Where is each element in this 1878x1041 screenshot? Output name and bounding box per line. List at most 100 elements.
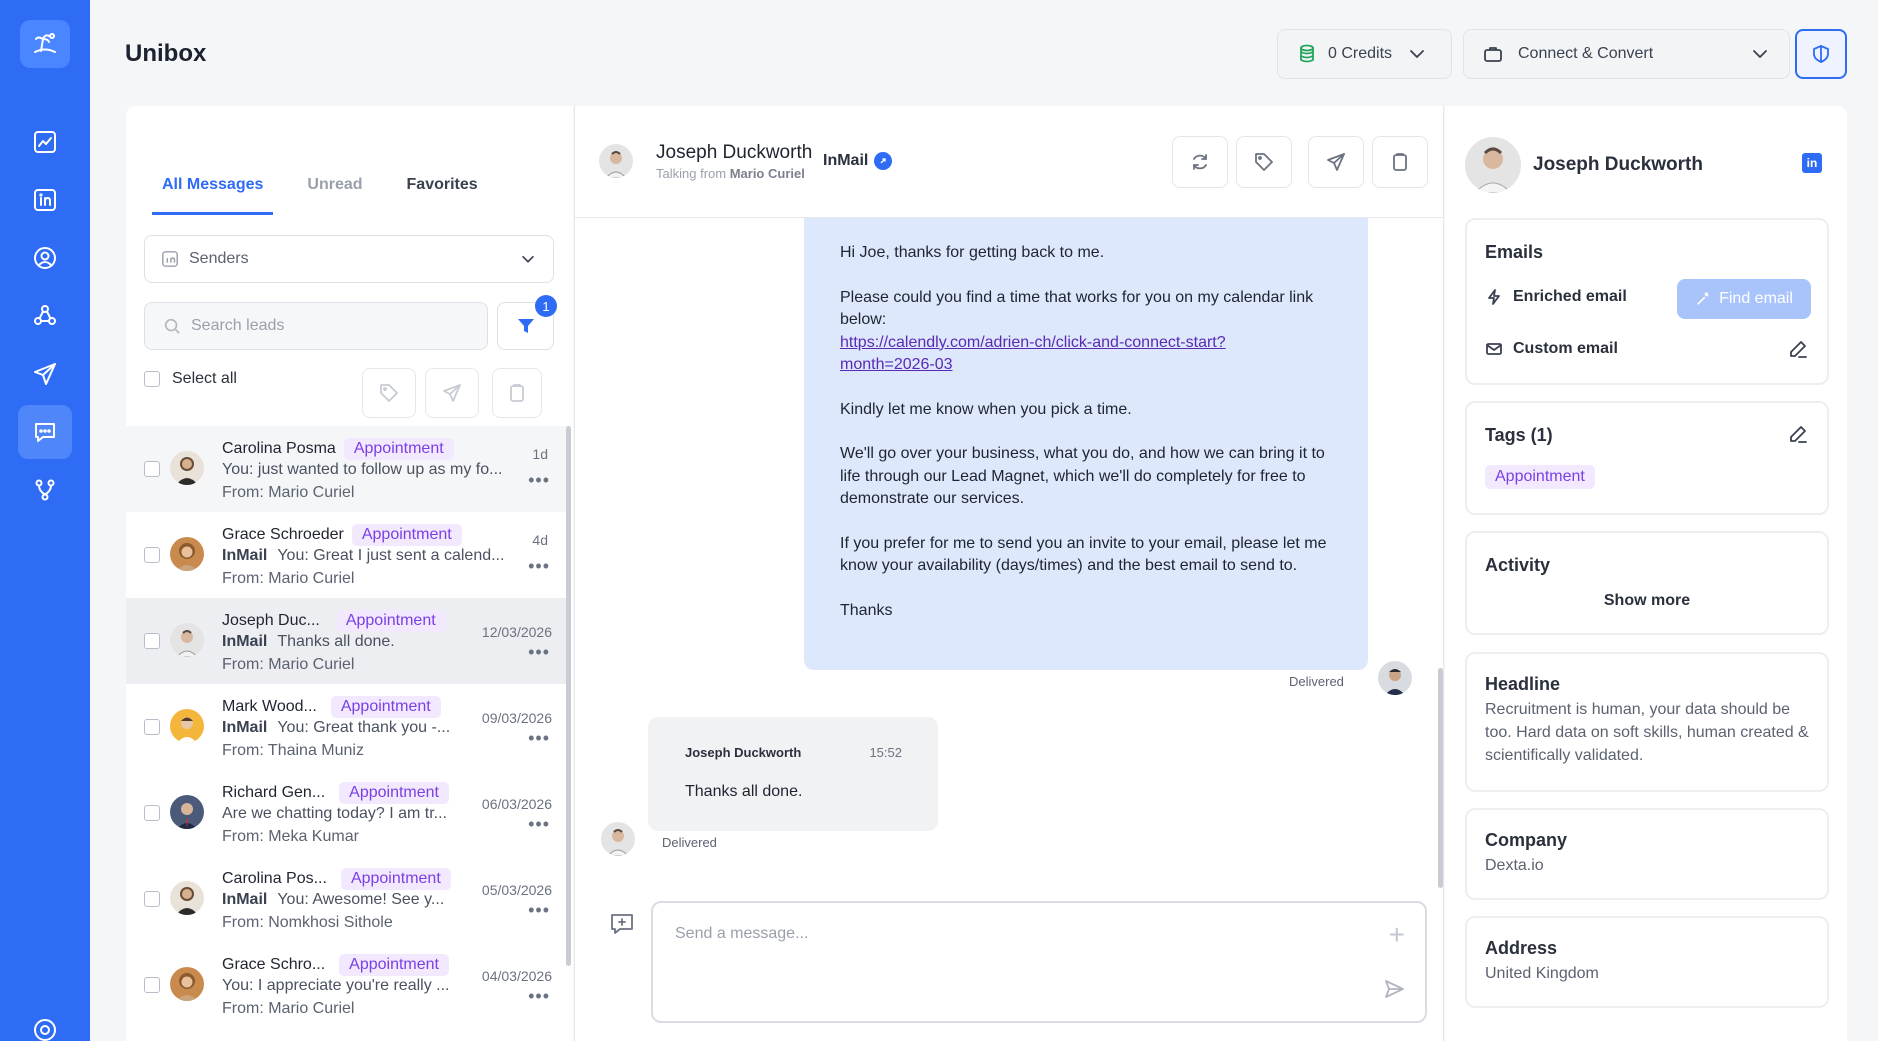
nav-profile[interactable] <box>18 231 72 285</box>
outgoing-message: Hi Joe, thanks for getting back to me. P… <box>804 218 1368 670</box>
chat-panel: Joseph Duckworth Talking from Mario Curi… <box>574 106 1444 1041</box>
connect-convert-dropdown[interactable]: Connect & Convert <box>1463 29 1790 79</box>
more-options-icon[interactable]: ••• <box>528 814 550 835</box>
talking-from-prefix: Talking from <box>656 166 727 181</box>
refresh-button[interactable] <box>1172 136 1228 188</box>
profile-panel: Joseph Duckworth in Emails Enriched emai… <box>1445 106 1847 1041</box>
profile-icon <box>34 247 56 269</box>
filter-button[interactable]: 1 <box>497 295 557 350</box>
nav-unibox[interactable] <box>18 405 72 459</box>
sender-from: From: Mario Curiel <box>222 656 355 673</box>
contact-name: Carolina Posma <box>222 440 336 457</box>
message-template-button[interactable] <box>609 911 635 942</box>
verified-icon <box>874 152 893 170</box>
message-preview: You: Great I just sent a calend... <box>277 547 505 564</box>
more-options-icon[interactable]: ••• <box>528 470 550 491</box>
nav-settings[interactable] <box>31 1016 59 1041</box>
chat-scrollbar[interactable] <box>1438 668 1443 888</box>
message-paragraph: Thanks <box>840 601 893 619</box>
tab-all-messages[interactable]: All Messages <box>152 176 274 215</box>
calendly-link[interactable]: https://calendly.com/adrien-ch/click-and… <box>840 334 1226 374</box>
security-button[interactable] <box>1795 29 1847 79</box>
conversation-row[interactable]: Richard Gen... Appointment Are we chattin… <box>126 770 566 856</box>
edit-tags-button[interactable] <box>1787 423 1809 450</box>
shield-icon <box>1813 45 1829 63</box>
more-options-icon[interactable]: ••• <box>528 900 550 921</box>
row-checkbox[interactable] <box>144 461 160 477</box>
plus-icon[interactable]: + <box>1389 919 1405 951</box>
tag-pill: Appointment <box>1485 465 1595 489</box>
tag-icon <box>380 384 398 402</box>
conversation-row[interactable]: Carolina Pos... Appointment InMail You: Aw… <box>126 856 566 942</box>
message-text: Thanks all done. <box>685 783 803 800</box>
nav-workflows[interactable] <box>18 463 72 517</box>
filter-icon <box>517 319 534 333</box>
more-options-icon[interactable]: ••• <box>528 556 550 577</box>
send-to-campaign-button[interactable] <box>1308 136 1364 188</box>
message-date: 4d <box>532 532 548 548</box>
custom-email-row: Custom email <box>1485 340 1618 358</box>
bulk-send-button[interactable] <box>425 368 479 418</box>
senders-select[interactable]: Senders <box>144 235 554 283</box>
find-email-button[interactable]: Find email <box>1677 279 1811 319</box>
magic-wand-icon <box>1697 292 1709 305</box>
sender-avatar <box>1378 661 1412 695</box>
list-scrollbar[interactable] <box>566 426 571 966</box>
row-checkbox[interactable] <box>144 633 160 649</box>
avatar <box>170 709 204 743</box>
select-all[interactable]: Select all <box>144 370 237 388</box>
bulk-tag-button[interactable] <box>362 368 416 418</box>
row-checkbox[interactable] <box>144 891 160 907</box>
edit-custom-email-button[interactable] <box>1787 338 1809 365</box>
send-message-button[interactable] <box>1383 978 1405 1005</box>
tab-unread[interactable]: Unread <box>297 176 372 215</box>
more-options-icon[interactable]: ••• <box>528 642 550 663</box>
credits-dropdown[interactable]: 0 Credits <box>1277 29 1452 79</box>
headline-text: Recruitment is human, your data should b… <box>1485 701 1809 764</box>
row-checkbox[interactable] <box>144 719 160 735</box>
tag-pill: Appointment <box>339 954 449 976</box>
message-time: 15:52 <box>869 745 902 760</box>
bulk-clipboard-button[interactable] <box>492 368 542 418</box>
message-composer[interactable]: Send a message... + <box>651 901 1427 1023</box>
island-logo-icon <box>34 33 56 53</box>
conversation-row-selected[interactable]: Joseph Duc... Appointment InMail Thanks al… <box>126 598 566 684</box>
channel-label: InMail <box>222 719 268 736</box>
chat-contact-name: Joseph Duckworth <box>656 142 813 163</box>
avatar <box>170 537 204 571</box>
nav-campaigns[interactable] <box>18 347 72 401</box>
nav-analytics[interactable] <box>18 115 72 169</box>
row-checkbox[interactable] <box>144 805 160 821</box>
address-value: United Kingdom <box>1485 965 1599 982</box>
select-all-checkbox[interactable] <box>144 371 160 387</box>
nav-network[interactable] <box>18 289 72 343</box>
message-preview: You: Great thank you -... <box>277 719 451 736</box>
conversation-row[interactable]: Grace Schroeder Appointment InMail You: Gr… <box>126 512 566 598</box>
conversation-row[interactable]: Grace Schro... Appointment You: I appreci… <box>126 942 566 1028</box>
address-title: Address <box>1485 938 1558 958</box>
company-card: Company Dexta.io <box>1465 808 1829 900</box>
incoming-message: Joseph Duckworth 15:52 Thanks all done. <box>648 717 938 831</box>
clipboard-button[interactable] <box>1372 136 1428 188</box>
tag-button[interactable] <box>1236 136 1292 188</box>
more-options-icon[interactable]: ••• <box>528 728 550 749</box>
database-icon <box>1300 44 1314 63</box>
conversation-row[interactable]: Carolina Posma Appointment You: just want… <box>126 426 566 512</box>
channel-label: InMail <box>823 152 869 169</box>
more-options-icon[interactable]: ••• <box>528 986 550 1007</box>
avatar <box>170 967 204 1001</box>
contact-name: Mark Wood... <box>222 698 317 715</box>
search-input[interactable]: Search leads <box>144 302 488 350</box>
linkedin-icon[interactable]: in <box>1802 153 1822 173</box>
message-preview: Thanks all done. <box>277 633 395 650</box>
tab-favorites[interactable]: Favorites <box>397 176 488 215</box>
app-logo[interactable] <box>20 20 70 68</box>
add-comment-icon <box>611 914 633 934</box>
message-tabs: All Messages Unread Favorites <box>152 176 512 215</box>
show-more-link[interactable]: Show more <box>1467 592 1827 610</box>
row-checkbox[interactable] <box>144 547 160 563</box>
conversation-row[interactable]: Mark Wood... Appointment InMail You: Great… <box>126 684 566 770</box>
row-checkbox[interactable] <box>144 977 160 993</box>
clipboard-icon <box>1393 153 1407 171</box>
nav-linkedin[interactable] <box>18 173 72 227</box>
